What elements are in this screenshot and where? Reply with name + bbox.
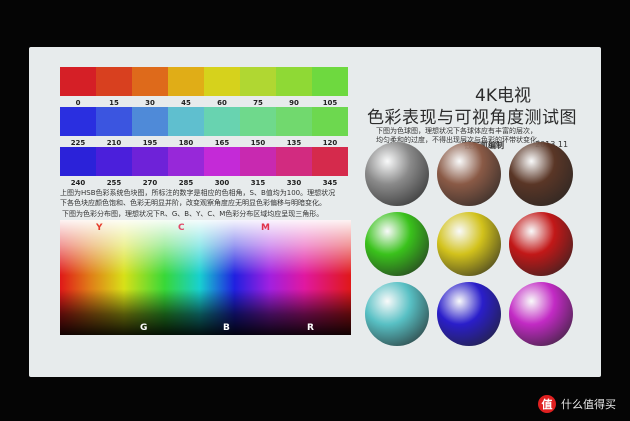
hue-swatch: 165 xyxy=(204,107,240,147)
hue-swatch: 150 xyxy=(240,107,276,147)
watermark: 值 什么值得买 xyxy=(538,395,616,413)
hue-row-3: 240 255 270 285 300 315 330 345 xyxy=(60,147,348,187)
color-spheres-grid xyxy=(365,142,580,352)
hue-swatch-label: 90 xyxy=(289,99,299,107)
hue-swatch-label: 120 xyxy=(322,139,338,147)
hue-swatch: 330 xyxy=(276,147,312,187)
hue-swatch: 105 xyxy=(312,67,348,107)
hsb-note-line-2: 下各色块应颜色饱和、色彩无明显并阶，改变观察角度应无明显色彩偏移与明暗变化。 xyxy=(60,199,326,207)
hue-swatch-label: 345 xyxy=(322,179,338,187)
hue-swatch: 270 xyxy=(132,147,168,187)
hue-swatch-label: 210 xyxy=(106,139,122,147)
hue-swatch: 345 xyxy=(312,147,348,187)
hue-swatch-label: 330 xyxy=(286,179,302,187)
watermark-text: 什么值得买 xyxy=(561,398,616,411)
hue-swatch-label: 225 xyxy=(70,139,86,147)
hue-swatch-label: 255 xyxy=(106,179,122,187)
hue-swatch: 30 xyxy=(132,67,168,107)
hue-swatch-label: 285 xyxy=(178,179,194,187)
dist-letter-y: Y xyxy=(96,223,103,233)
hue-swatch-label: 165 xyxy=(214,139,230,147)
hue-swatch-label: 300 xyxy=(214,179,230,187)
hue-swatch: 60 xyxy=(204,67,240,107)
dist-letter-b: B xyxy=(223,323,230,333)
distribution-note: 下图为色彩分布图，理想状况下R、G、B、Y、C、M色彩分布区域均应呈现三角形。 xyxy=(62,210,324,218)
hue-row-1: 0 15 30 45 60 75 90 105 xyxy=(60,67,348,107)
dist-letter-g: G xyxy=(140,323,148,333)
dist-letter-r: R xyxy=(307,323,314,333)
sphere-blue xyxy=(437,282,501,346)
hue-swatch: 255 xyxy=(96,147,132,187)
dist-letter-c: C xyxy=(178,223,185,233)
hue-swatch: 180 xyxy=(168,107,204,147)
hue-swatch: 315 xyxy=(240,147,276,187)
hue-swatch-label: 315 xyxy=(250,179,266,187)
sphere-gray xyxy=(365,142,429,206)
test-chart-board: 0 15 30 45 60 75 90 105 225 210 195 180 165 150 135 12… xyxy=(29,47,601,377)
hue-swatch-label: 270 xyxy=(142,179,158,187)
sphere-green xyxy=(365,212,429,276)
hue-swatch: 15 xyxy=(96,67,132,107)
sphere-cyan xyxy=(365,282,429,346)
hue-swatch-label: 180 xyxy=(178,139,194,147)
hue-swatch-label: 60 xyxy=(217,99,227,107)
hue-swatch-label: 240 xyxy=(70,179,86,187)
hue-swatch-label: 75 xyxy=(253,99,263,107)
watermark-badge-icon: 值 xyxy=(538,395,556,413)
hue-swatch: 240 xyxy=(60,147,96,187)
hue-swatch: 195 xyxy=(132,107,168,147)
hue-swatch: 210 xyxy=(96,107,132,147)
hue-swatch-label: 15 xyxy=(109,99,119,107)
sphere-magenta xyxy=(509,282,573,346)
hue-row-2: 225 210 195 180 165 150 135 120 xyxy=(60,107,348,147)
hue-swatch: 75 xyxy=(240,67,276,107)
hue-swatch-label: 195 xyxy=(142,139,158,147)
hue-swatch-label: 0 xyxy=(75,99,81,107)
hue-swatch: 120 xyxy=(312,107,348,147)
sphere-yellow xyxy=(437,212,501,276)
color-distribution-chart: Y C M G B R xyxy=(60,220,351,335)
hue-swatch-label: 135 xyxy=(286,139,302,147)
sphere-brown xyxy=(437,142,501,206)
hue-swatch: 225 xyxy=(60,107,96,147)
hue-swatch: 285 xyxy=(168,147,204,187)
hue-swatch: 90 xyxy=(276,67,312,107)
hue-swatch-label: 30 xyxy=(145,99,155,107)
dist-letter-m: M xyxy=(261,223,270,233)
hue-swatch: 300 xyxy=(204,147,240,187)
hue-swatch-label: 105 xyxy=(322,99,338,107)
hue-swatch: 0 xyxy=(60,67,96,107)
hue-swatch-label: 45 xyxy=(181,99,191,107)
hsb-note-line-1: 上图为HSB色彩系统色块图，所标注的数字是相应的色相角，S、B值均为100。理想… xyxy=(60,189,336,197)
hue-swatch: 135 xyxy=(276,107,312,147)
sphere-dark-brown xyxy=(509,142,573,206)
sphere-red xyxy=(509,212,573,276)
title-line-2: 色彩表现与可视角度测试图 xyxy=(367,108,577,128)
hue-swatch-label: 150 xyxy=(250,139,266,147)
hue-swatch: 45 xyxy=(168,67,204,107)
